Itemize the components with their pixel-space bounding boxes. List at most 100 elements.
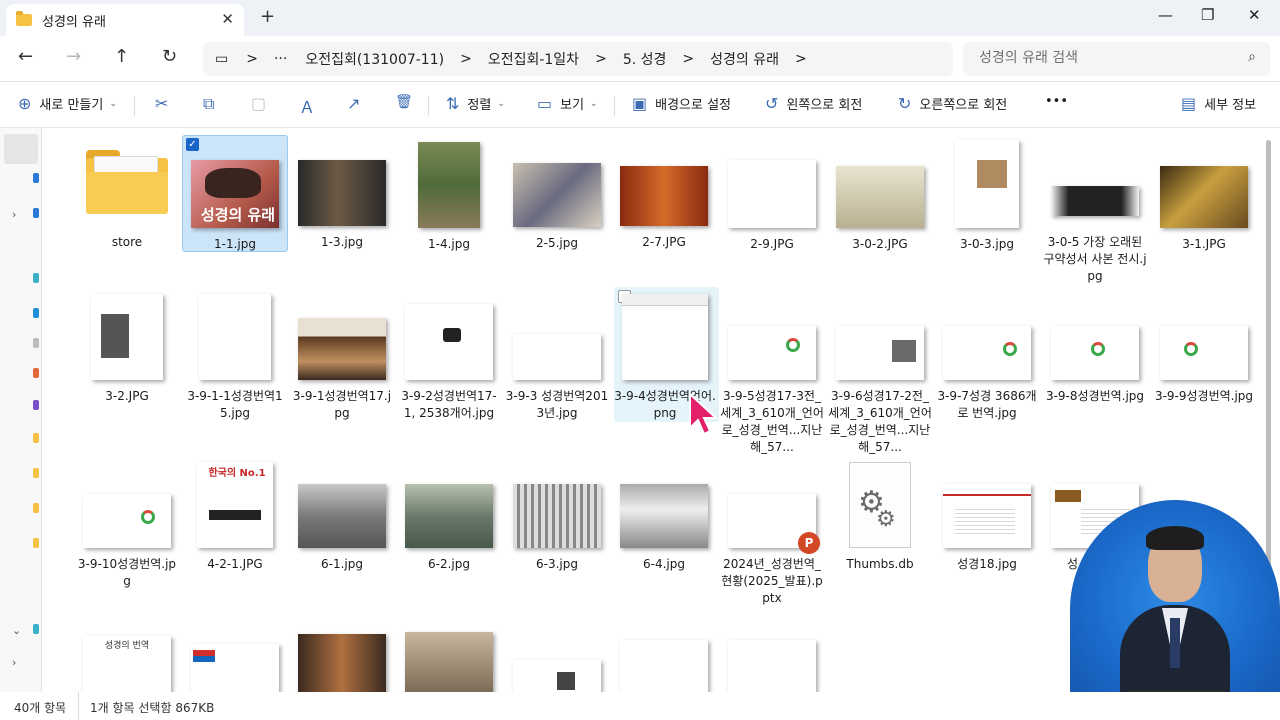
search-box[interactable]: ⌕ xyxy=(963,42,1270,76)
file-item-row4-1[interactable]: 성경의 번역 xyxy=(75,636,179,694)
share-button[interactable]: ↗ xyxy=(347,94,360,113)
breadcrumb-separator[interactable]: > xyxy=(795,51,807,67)
file-item-6-2[interactable]: 6-2.jpg xyxy=(397,484,501,573)
more-options-button[interactable]: ••• xyxy=(1045,94,1068,109)
breadcrumb-more[interactable]: ··· xyxy=(274,51,287,67)
navigation-pane[interactable]: › ⌄ › xyxy=(0,128,42,692)
nav-item-icon[interactable] xyxy=(33,338,39,348)
tab-current-folder[interactable]: 성경의 유래 ✕ xyxy=(6,4,244,36)
computer-icon[interactable]: ▭ xyxy=(215,51,228,67)
file-item-3-9-7[interactable]: 3-9-7성경 3686개로 번역.jpg xyxy=(935,326,1039,422)
file-item-row4-6[interactable] xyxy=(612,640,716,694)
file-item-1-4[interactable]: 1-4.jpg xyxy=(397,142,501,253)
folder-icon[interactable] xyxy=(33,433,39,443)
minimize-button[interactable]: — xyxy=(1158,6,1173,24)
file-item-3-9-3[interactable]: 3-9-3 성경번역2013년.jpg xyxy=(505,334,609,422)
rotate-left-button[interactable]: ↺ 왼쪽으로 회전 xyxy=(765,94,862,113)
search-input[interactable] xyxy=(979,50,1229,66)
file-item-thumbs-db[interactable]: ⚙ ⚙ Thumbs.db xyxy=(828,462,932,573)
file-item-3-9-5[interactable]: 3-9-5성경17-3전_세계_3_610개_언어로_성경_번역...지난해_5… xyxy=(720,326,824,456)
refresh-button[interactable]: ↻ xyxy=(162,46,177,67)
image-thumbnail: 한국의 No.1 xyxy=(197,462,273,548)
checkbox-checked-icon[interactable]: ✓ xyxy=(186,138,199,151)
selection-info: 1개 항목 선택함 867KB xyxy=(90,701,215,715)
thumbnail-title: 한국의 No.1 xyxy=(208,468,266,479)
file-item-1-3[interactable]: 1-3.jpg xyxy=(290,160,394,251)
nav-item-icon[interactable] xyxy=(33,400,39,410)
nav-item-icon[interactable] xyxy=(33,368,39,378)
folder-icon[interactable] xyxy=(86,150,168,214)
folder-icon[interactable] xyxy=(33,468,39,478)
breadcrumb-separator[interactable]: > xyxy=(682,51,694,67)
new-tab-button[interactable]: + xyxy=(260,6,275,27)
breadcrumb-separator[interactable]: > xyxy=(460,51,472,67)
sort-button[interactable]: ⇅ 정렬 ⌄ xyxy=(446,94,505,113)
file-item-2024-pptx[interactable]: P 2024년_성경번역_현황(2025_발표).pptx xyxy=(720,494,824,607)
chevron-right-icon[interactable]: › xyxy=(12,208,16,221)
nav-item-selected[interactable] xyxy=(4,134,38,164)
delete-button[interactable]: 🗑 xyxy=(395,94,413,110)
search-icon[interactable]: ⌕ xyxy=(1248,49,1256,65)
paste-button[interactable]: ▢ xyxy=(251,94,266,113)
breadcrumb-item[interactable]: 5. 성경 xyxy=(623,49,667,69)
nav-item-icon[interactable] xyxy=(33,308,39,318)
maximize-button[interactable]: ❐ xyxy=(1201,6,1214,24)
file-item-3-9-10[interactable]: 3-9-10성경번역.jpg xyxy=(75,494,179,590)
chevron-down-icon[interactable]: ⌄ xyxy=(12,624,21,637)
forward-button[interactable]: → xyxy=(66,46,81,67)
cut-button[interactable]: ✂ xyxy=(155,94,168,113)
nav-item-icon[interactable] xyxy=(33,624,39,634)
details-button[interactable]: ▤ 세부 정보 xyxy=(1181,94,1256,113)
copy-button[interactable]: ⧉ xyxy=(203,94,214,114)
set-background-button[interactable]: ▣ 배경으로 설정 xyxy=(632,94,731,113)
file-item-row4-2[interactable] xyxy=(183,644,287,694)
file-item-6-1[interactable]: 6-1.jpg xyxy=(290,484,394,573)
folder-icon[interactable] xyxy=(33,503,39,513)
breadcrumb-item[interactable]: 성경의 유래 xyxy=(710,49,779,69)
share-icon: ↗ xyxy=(347,94,361,113)
tab-close-icon[interactable]: ✕ xyxy=(221,10,234,28)
file-item-3-1[interactable]: 3-1.JPG xyxy=(1152,166,1256,253)
file-item-4-2-1[interactable]: 한국의 No.1 4-2-1.JPG xyxy=(183,462,287,573)
folder-icon[interactable] xyxy=(33,538,39,548)
close-window-button[interactable]: ✕ xyxy=(1248,6,1261,24)
file-item-3-9-6[interactable]: 3-9-6성경17-2전_세계_3_610개_언어로_성경_번역...지난해_5… xyxy=(828,326,932,456)
view-button[interactable]: ▭ 보기 ⌄ xyxy=(537,94,598,113)
breadcrumb[interactable]: ▭ > ··· 오전집회(131007-11) > 오전집회-1일차 > 5. … xyxy=(203,42,953,76)
file-item-row4-4[interactable] xyxy=(397,632,501,694)
file-item-3-2[interactable]: 3-2.JPG xyxy=(75,294,179,405)
folder-icon xyxy=(16,11,32,26)
nav-item-icon[interactable] xyxy=(33,273,39,283)
file-item-2-9[interactable]: 2-9.JPG xyxy=(720,160,824,253)
breadcrumb-separator[interactable]: > xyxy=(595,51,607,67)
file-item-3-0-5[interactable]: 3-0-5 가장 오래된 구약성서 사본 전시.jpg xyxy=(1043,186,1147,285)
breadcrumb-item[interactable]: 오전집회-1일차 xyxy=(488,49,579,69)
file-item-row4-3[interactable] xyxy=(290,634,394,694)
file-item-2-5[interactable]: 2-5.jpg xyxy=(505,163,609,252)
file-item-1-1[interactable]: 성경의 유래 1-1.jpg xyxy=(183,160,287,253)
file-item-6-4[interactable]: 6-4.jpg xyxy=(612,484,716,573)
back-button[interactable]: ← xyxy=(18,46,33,67)
nav-item-icon[interactable] xyxy=(33,173,39,183)
file-item-3-9-1[interactable]: 3-9-1성경번역17.jpg xyxy=(290,318,394,422)
rotate-right-button[interactable]: ↻ 오른쪽으로 회전 xyxy=(898,94,1007,113)
file-item-2-7[interactable]: 2-7.JPG xyxy=(612,166,716,251)
file-item-row4-7[interactable] xyxy=(720,640,824,694)
title-bar: 성경의 유래 ✕ + — ❐ ✕ xyxy=(0,0,1280,36)
chevron-right-icon[interactable]: › xyxy=(12,656,16,669)
new-button[interactable]: ⊕ 새로 만들기 ⌄ xyxy=(18,94,117,113)
up-button[interactable]: ↑ xyxy=(114,46,129,67)
breadcrumb-item[interactable]: 오전집회(131007-11) xyxy=(305,49,444,69)
rename-button[interactable]: Ａ xyxy=(299,94,315,118)
breadcrumb-separator[interactable]: > xyxy=(246,51,258,67)
file-item-row4-5[interactable] xyxy=(505,660,609,694)
file-item-3-9-9[interactable]: 3-9-9성경번역.jpg xyxy=(1152,326,1256,405)
file-item-3-0-2[interactable]: 3-0-2.JPG xyxy=(828,166,932,253)
file-item-6-3[interactable]: 6-3.jpg xyxy=(505,484,609,573)
file-item-18[interactable]: 성경18.jpg xyxy=(935,484,1039,573)
file-item-3-0-3[interactable]: 3-0-3.jpg xyxy=(935,140,1039,253)
file-item-3-9-2[interactable]: 3-9-2성경번역17-1, 2538개어.jpg xyxy=(397,304,501,422)
file-item-3-9-1-1[interactable]: 3-9-1-1성경번역15.jpg xyxy=(183,294,287,422)
file-item-3-9-8[interactable]: 3-9-8성경번역.jpg xyxy=(1043,326,1147,405)
nav-item-icon[interactable] xyxy=(33,208,39,218)
